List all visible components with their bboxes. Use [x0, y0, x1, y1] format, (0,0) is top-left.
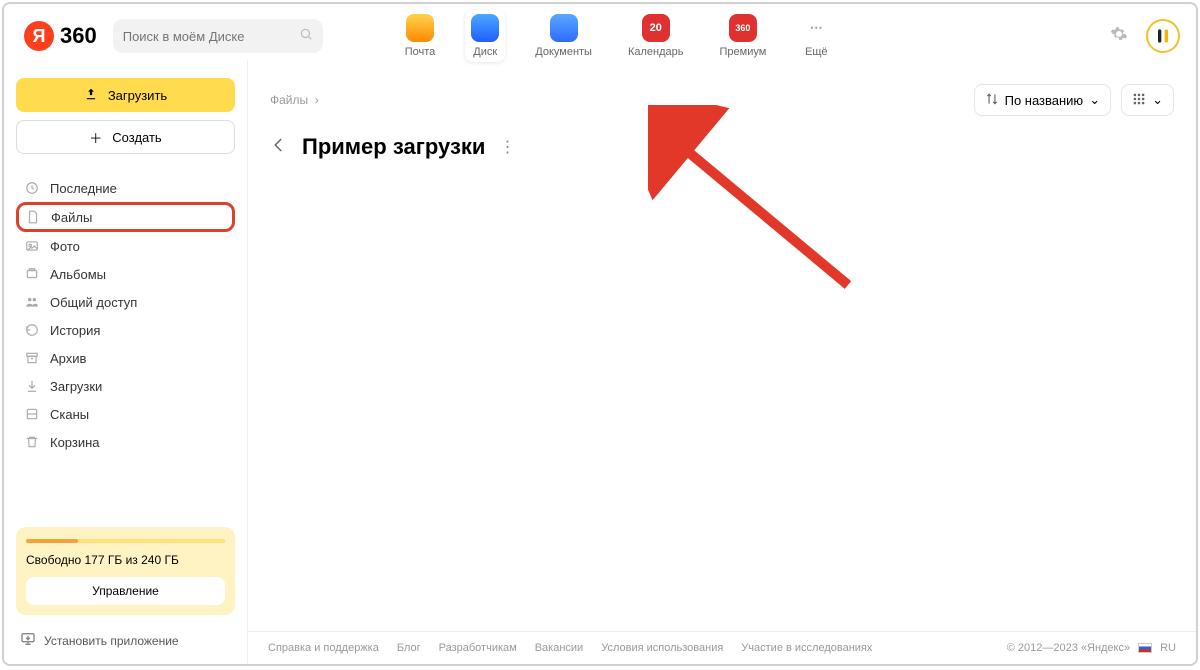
lang-label[interactable]: RU [1160, 642, 1176, 654]
apps-bar: Почта Диск Документы 20 Календарь 360 Пр… [399, 10, 837, 62]
sidebar-item-scans[interactable]: Сканы [16, 400, 235, 428]
title-row: Пример загрузки ⋮ [248, 116, 1196, 160]
footer-link[interactable]: Условия использования [601, 642, 723, 654]
sidebar-item-albums[interactable]: Альбомы [16, 260, 235, 288]
sort-button[interactable]: По названию ⌄ [974, 84, 1112, 116]
image-icon [24, 238, 40, 254]
create-label: Создать [112, 130, 161, 145]
albums-icon [24, 266, 40, 282]
toolbar: Файлы › По названию ⌄ ⌄ [248, 60, 1196, 116]
app-label: Календарь [628, 46, 684, 58]
footer-link[interactable]: Участие в исследованиях [741, 642, 872, 654]
sidebar-item-label: Архив [50, 351, 86, 366]
file-icon [25, 209, 41, 225]
sidebar-item-shared[interactable]: Общий доступ [16, 288, 235, 316]
storage-panel: Свободно 177 ГБ из 240 ГБ Управление [16, 527, 235, 615]
page-title: Пример загрузки [302, 134, 485, 160]
sidebar-item-label: Файлы [51, 210, 92, 225]
footer-link[interactable]: Разработчикам [439, 642, 517, 654]
desktop-icon [20, 631, 36, 650]
header: Я 360 Почта Диск Документы 20 [4, 4, 1196, 60]
app-more[interactable]: ⋯ Ещё [796, 10, 836, 62]
logo-badge-icon: Я [24, 21, 54, 51]
logo[interactable]: Я 360 [24, 21, 97, 51]
footer-link[interactable]: Вакансии [535, 642, 584, 654]
app-disk[interactable]: Диск [465, 10, 505, 62]
storage-bar [26, 539, 225, 543]
clock-icon [24, 180, 40, 196]
app-premium[interactable]: 360 Премиум [714, 10, 773, 62]
flag-ru-icon [1138, 643, 1152, 653]
app-label: Почта [405, 46, 436, 58]
grid-icon [1132, 92, 1146, 109]
sidebar-item-photo[interactable]: Фото [16, 232, 235, 260]
people-icon [24, 294, 40, 310]
plus-icon: ＋ [89, 128, 102, 147]
sidebar-item-label: Загрузки [50, 379, 102, 394]
sort-label: По названию [1005, 93, 1084, 108]
chevron-down-icon: ⌄ [1152, 92, 1163, 108]
download-icon [24, 378, 40, 394]
view-button[interactable]: ⌄ [1121, 84, 1174, 116]
sidebar-item-label: История [50, 323, 100, 338]
sidebar-item-history[interactable]: История [16, 316, 235, 344]
sidebar-item-archive[interactable]: Архив [16, 344, 235, 372]
scan-icon [24, 406, 40, 422]
app-label: Диск [473, 46, 497, 58]
sidebar: Загрузить ＋ Создать Последние Файлы Фото [4, 60, 248, 664]
upload-label: Загрузить [108, 88, 167, 103]
create-button[interactable]: ＋ Создать [16, 120, 235, 154]
sidebar-item-label: Сканы [50, 407, 89, 422]
upload-button[interactable]: Загрузить [16, 78, 235, 112]
breadcrumb[interactable]: Файлы › [270, 93, 319, 107]
app-label: Ещё [805, 46, 828, 58]
sidebar-item-label: Общий доступ [50, 295, 137, 310]
sidebar-item-label: Фото [50, 239, 80, 254]
sidebar-item-downloads[interactable]: Загрузки [16, 372, 235, 400]
main: Файлы › По названию ⌄ ⌄ [248, 60, 1196, 664]
back-arrow-icon[interactable] [270, 136, 288, 159]
upload-icon [84, 87, 98, 104]
copyright: © 2012—2023 «Яндекс» [1007, 642, 1130, 654]
storage-text: Свободно 177 ГБ из 240 ГБ [26, 553, 225, 567]
footer-link[interactable]: Справка и поддержка [268, 642, 379, 654]
app-calendar[interactable]: 20 Календарь [622, 10, 690, 62]
sidebar-item-label: Последние [50, 181, 117, 196]
gear-icon[interactable] [1110, 25, 1128, 48]
search-input[interactable] [113, 19, 323, 53]
footer: Справка и поддержка Блог Разработчикам В… [248, 631, 1196, 664]
more-icon: ⋯ [802, 14, 830, 42]
search-icon [299, 27, 313, 46]
sidebar-item-recent[interactable]: Последние [16, 174, 235, 202]
footer-link[interactable]: Блог [397, 642, 421, 654]
trash-icon [24, 434, 40, 450]
avatar[interactable] [1146, 19, 1180, 53]
install-app-link[interactable]: Установить приложение [16, 625, 235, 656]
premium-icon: 360 [729, 14, 757, 42]
sidebar-item-label: Альбомы [50, 267, 106, 282]
brand-text: 360 [60, 23, 97, 49]
sidebar-item-label: Корзина [50, 435, 100, 450]
calendar-icon: 20 [642, 14, 670, 42]
search-field[interactable] [123, 29, 299, 44]
chevron-down-icon: ⌄ [1089, 92, 1100, 108]
install-label: Установить приложение [44, 634, 179, 648]
app-label: Документы [535, 46, 592, 58]
documents-icon [550, 14, 578, 42]
mail-icon [406, 14, 434, 42]
app-mail[interactable]: Почта [399, 10, 442, 62]
app-label: Премиум [720, 46, 767, 58]
sort-icon [985, 92, 999, 109]
more-icon[interactable]: ⋮ [499, 137, 515, 157]
manage-button[interactable]: Управление [26, 577, 225, 605]
sidebar-item-files[interactable]: Файлы [16, 202, 235, 232]
history-icon [24, 322, 40, 338]
disk-icon [471, 14, 499, 42]
sidebar-item-trash[interactable]: Корзина [16, 428, 235, 456]
app-documents[interactable]: Документы [529, 10, 598, 62]
nav: Последние Файлы Фото Альбомы Общий досту… [16, 174, 235, 456]
archive-icon [24, 350, 40, 366]
